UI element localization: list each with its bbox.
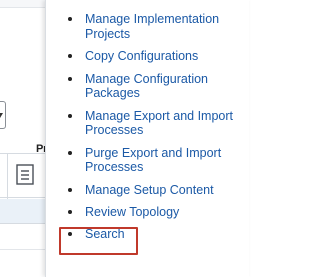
popup-menu: Manage Implementation Projects Copy Conf… (45, 0, 249, 277)
menu-item-review-topology[interactable]: Review Topology (46, 205, 249, 220)
bullet-icon (68, 210, 72, 214)
menu-item-purge-export-import[interactable]: Purge Export and Import Processes (46, 146, 249, 175)
menu-item-label[interactable]: Manage Configuration Packages (85, 72, 243, 101)
menu-item-manage-configuration-packages[interactable]: Manage Configuration Packages (46, 72, 249, 101)
menu-item-label[interactable]: Manage Setup Content (85, 183, 243, 198)
menu-item-manage-implementation-projects[interactable]: Manage Implementation Projects (46, 12, 249, 41)
bullet-icon (68, 231, 72, 236)
menu-item-copy-configurations[interactable]: Copy Configurations (46, 49, 249, 64)
menu-item-label[interactable]: Review Topology (85, 205, 243, 220)
menu-item-manage-export-import[interactable]: Manage Export and Import Processes (46, 109, 249, 138)
menu-item-label[interactable]: Copy Configurations (85, 49, 243, 64)
bullet-icon (68, 150, 72, 155)
bullet-icon (68, 187, 72, 192)
menu-item-label[interactable]: Manage Implementation Projects (85, 12, 243, 41)
document-icon[interactable] (16, 164, 34, 185)
bullet-icon (68, 54, 72, 58)
menu-item-label[interactable]: Search (85, 227, 243, 242)
column-divider (7, 154, 8, 199)
menu-list: Manage Implementation Projects Copy Conf… (46, 0, 249, 241)
menu-item-label[interactable]: Purge Export and Import Processes (85, 146, 243, 175)
chevron-down-icon (0, 113, 3, 118)
background-select[interactable] (0, 101, 6, 129)
menu-item-manage-setup-content[interactable]: Manage Setup Content (46, 183, 249, 198)
menu-item-label[interactable]: Manage Export and Import Processes (85, 109, 243, 138)
bullet-icon (68, 17, 72, 21)
bullet-icon (68, 113, 72, 118)
bullet-icon (68, 76, 72, 81)
menu-item-search[interactable]: Search (46, 227, 249, 242)
